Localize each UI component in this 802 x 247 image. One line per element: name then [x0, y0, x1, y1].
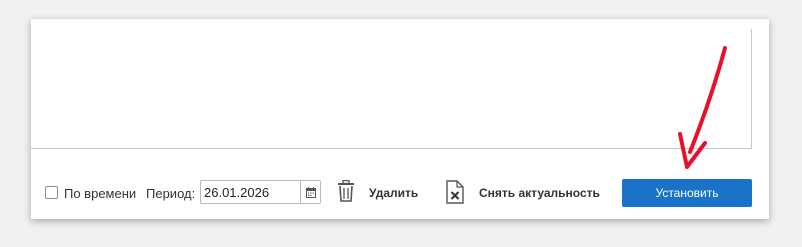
by-time-checkbox[interactable]: [45, 186, 58, 199]
date-field[interactable]: 26.01.2026: [200, 180, 321, 204]
date-value: 26.01.2026: [204, 185, 270, 200]
set-button[interactable]: Установить: [622, 179, 752, 207]
delete-button[interactable]: Удалить: [369, 186, 418, 200]
unset-relevance-button[interactable]: Снять актуальность: [479, 186, 600, 200]
period-label: Период:: [146, 186, 196, 201]
text-area[interactable]: [31, 29, 752, 149]
document-x-icon[interactable]: [446, 180, 464, 204]
dialog-panel: По времени Период: 26.01.2026 Удалить Сн…: [31, 19, 769, 219]
trash-icon[interactable]: [337, 180, 355, 202]
by-time-label: По времени: [64, 186, 137, 201]
calendar-icon: [306, 186, 316, 198]
calendar-button[interactable]: [300, 181, 321, 203]
footer-toolbar: По времени Период: 26.01.2026 Удалить Сн…: [31, 179, 769, 209]
